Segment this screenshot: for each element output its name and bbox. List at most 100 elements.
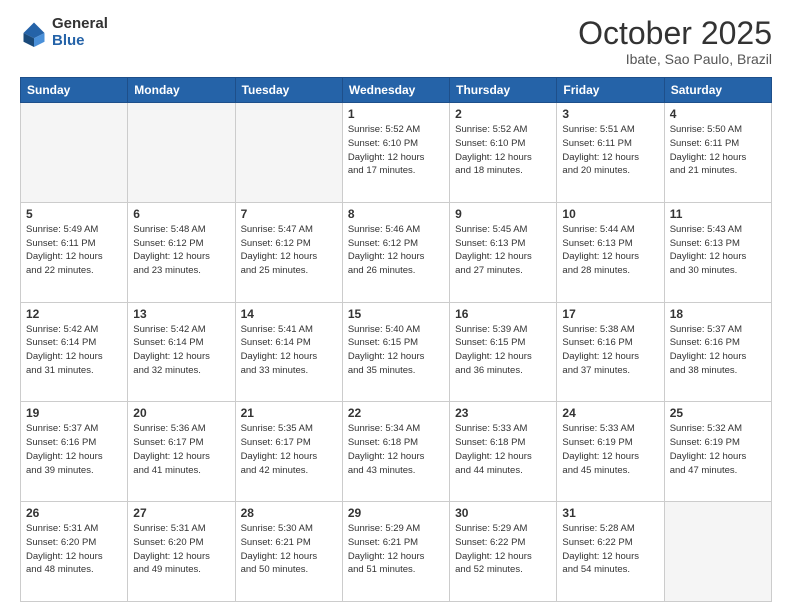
- calendar-cell: 3 Sunrise: 5:51 AM Sunset: 6:11 PM Daylig…: [557, 103, 664, 203]
- day-number: 29: [348, 506, 444, 520]
- day-number: 6: [133, 207, 229, 221]
- calendar-cell: 30Sunrise: 5:29 AM Sunset: 6:22 PM Dayli…: [450, 502, 557, 602]
- day-info: Sunrise: 5:35 AM Sunset: 6:17 PM Dayligh…: [241, 422, 337, 477]
- day-info: Sunrise: 5:37 AM Sunset: 6:16 PM Dayligh…: [26, 422, 122, 477]
- day-number: 23: [455, 406, 551, 420]
- title-section: October 2025 Ibate, Sao Paulo, Brazil: [578, 16, 772, 67]
- day-number: 5: [26, 207, 122, 221]
- day-number: 25: [670, 406, 766, 420]
- calendar-week-row: 26 Sunrise: 5:31 AM Sunset: 6:20 PM Dayli…: [21, 502, 772, 602]
- day-number: 17: [562, 307, 658, 321]
- day-info: Sunrise: 5:42 AM Sunset: 6:14 PM Dayligh…: [133, 323, 229, 378]
- day-number: 7: [241, 207, 337, 221]
- day-info: Sunrise: 5:29 AM Sunset: 6:21 PM Dayligh…: [348, 522, 444, 577]
- calendar-week-row: 5 Sunrise: 5:49 AM Sunset: 6:11 PM Daylig…: [21, 202, 772, 302]
- logo: General Blue: [20, 16, 108, 49]
- day-number: 2: [455, 107, 551, 121]
- weekday-header: Tuesday: [235, 78, 342, 103]
- day-info: Sunrise: 5:33 AM Sunset: 6:18 PM Dayligh…: [455, 422, 551, 477]
- day-number: 14: [241, 307, 337, 321]
- day-number: 21: [241, 406, 337, 420]
- calendar-cell: 17 Sunrise: 5:38 AM Sunset: 6:16 PM Dayli…: [557, 302, 664, 402]
- calendar-cell: 31Sunrise: 5:28 AM Sunset: 6:22 PM Dayli…: [557, 502, 664, 602]
- day-info: Sunrise: 5:30 AM Sunset: 6:21 PM Dayligh…: [241, 522, 337, 577]
- day-info: Sunrise: 5:51 AM Sunset: 6:11 PM Dayligh…: [562, 123, 658, 178]
- calendar-cell: 15 Sunrise: 5:40 AM Sunset: 6:15 PM Dayli…: [342, 302, 449, 402]
- day-number: 13: [133, 307, 229, 321]
- calendar-cell: 22 Sunrise: 5:34 AM Sunset: 6:18 PM Dayli…: [342, 402, 449, 502]
- day-info: Sunrise: 5:39 AM Sunset: 6:15 PM Dayligh…: [455, 323, 551, 378]
- calendar-cell: 1Sunrise: 5:52 AM Sunset: 6:10 PM Daylig…: [342, 103, 449, 203]
- calendar-cell: 19 Sunrise: 5:37 AM Sunset: 6:16 PM Dayli…: [21, 402, 128, 502]
- day-info: Sunrise: 5:48 AM Sunset: 6:12 PM Dayligh…: [133, 223, 229, 278]
- calendar-cell: 13 Sunrise: 5:42 AM Sunset: 6:14 PM Dayli…: [128, 302, 235, 402]
- calendar-cell: [235, 103, 342, 203]
- weekday-header: Friday: [557, 78, 664, 103]
- day-number: 19: [26, 406, 122, 420]
- day-info: Sunrise: 5:50 AM Sunset: 6:11 PM Dayligh…: [670, 123, 766, 178]
- day-info: Sunrise: 5:38 AM Sunset: 6:16 PM Dayligh…: [562, 323, 658, 378]
- day-number: 15: [348, 307, 444, 321]
- weekday-header-row: SundayMondayTuesdayWednesdayThursdayFrid…: [21, 78, 772, 103]
- day-number: 9: [455, 207, 551, 221]
- calendar-cell: 10 Sunrise: 5:44 AM Sunset: 6:13 PM Dayli…: [557, 202, 664, 302]
- day-number: 1: [348, 107, 444, 121]
- calendar-cell: 11 Sunrise: 5:43 AM Sunset: 6:13 PM Dayli…: [664, 202, 771, 302]
- day-number: 3: [562, 107, 658, 121]
- day-info: Sunrise: 5:31 AM Sunset: 6:20 PM Dayligh…: [26, 522, 122, 577]
- day-info: Sunrise: 5:49 AM Sunset: 6:11 PM Dayligh…: [26, 223, 122, 278]
- day-number: 4: [670, 107, 766, 121]
- calendar-cell: 7 Sunrise: 5:47 AM Sunset: 6:12 PM Daylig…: [235, 202, 342, 302]
- day-info: Sunrise: 5:34 AM Sunset: 6:18 PM Dayligh…: [348, 422, 444, 477]
- day-info: Sunrise: 5:31 AM Sunset: 6:20 PM Dayligh…: [133, 522, 229, 577]
- day-number: 28: [241, 506, 337, 520]
- day-info: Sunrise: 5:47 AM Sunset: 6:12 PM Dayligh…: [241, 223, 337, 278]
- calendar-week-row: 12 Sunrise: 5:42 AM Sunset: 6:14 PM Dayli…: [21, 302, 772, 402]
- day-info: Sunrise: 5:43 AM Sunset: 6:13 PM Dayligh…: [670, 223, 766, 278]
- calendar-week-row: 19 Sunrise: 5:37 AM Sunset: 6:16 PM Dayli…: [21, 402, 772, 502]
- weekday-header: Saturday: [664, 78, 771, 103]
- calendar-cell: 14 Sunrise: 5:41 AM Sunset: 6:14 PM Dayli…: [235, 302, 342, 402]
- weekday-header: Sunday: [21, 78, 128, 103]
- logo-icon: [20, 19, 48, 47]
- day-number: 26: [26, 506, 122, 520]
- day-number: 22: [348, 406, 444, 420]
- day-info: Sunrise: 5:45 AM Sunset: 6:13 PM Dayligh…: [455, 223, 551, 278]
- calendar-week-row: 1 Sunrise: 5:52 AM Sunset: 6:10 PM Daylig…: [21, 103, 772, 203]
- calendar-cell: 25 Sunrise: 5:32 AM Sunset: 6:19 PM Dayli…: [664, 402, 771, 502]
- weekday-header: Wednesday: [342, 78, 449, 103]
- calendar-cell: 16 Sunrise: 5:39 AM Sunset: 6:15 PM Dayli…: [450, 302, 557, 402]
- day-info: Sunrise: 5:44 AM Sunset: 6:13 PM Dayligh…: [562, 223, 658, 278]
- day-number: 8: [348, 207, 444, 221]
- month-title: October 2025: [578, 16, 772, 51]
- calendar-cell: 9 Sunrise: 5:45 AM Sunset: 6:13 PM Daylig…: [450, 202, 557, 302]
- page: General Blue October 2025 Ibate, Sao Pau…: [0, 0, 792, 612]
- calendar-cell: 29 Sunrise: 5:29 AM Sunset: 6:21 PM Dayli…: [342, 502, 449, 602]
- day-number: 27: [133, 506, 229, 520]
- calendar-cell: 24Sunrise: 5:33 AM Sunset: 6:19 PM Dayli…: [557, 402, 664, 502]
- calendar-cell: 28 Sunrise: 5:30 AM Sunset: 6:21 PM Dayli…: [235, 502, 342, 602]
- day-info: Sunrise: 5:29 AM Sunset: 6:22 PM Dayligh…: [455, 522, 551, 577]
- day-number: 31: [562, 506, 658, 520]
- day-number: 16: [455, 307, 551, 321]
- calendar-cell: 5 Sunrise: 5:49 AM Sunset: 6:11 PM Daylig…: [21, 202, 128, 302]
- calendar-cell: [664, 502, 771, 602]
- calendar-cell: 23 Sunrise: 5:33 AM Sunset: 6:18 PM Dayli…: [450, 402, 557, 502]
- calendar-cell: 4 Sunrise: 5:50 AM Sunset: 6:11 PM Daylig…: [664, 103, 771, 203]
- day-info: Sunrise: 5:40 AM Sunset: 6:15 PM Dayligh…: [348, 323, 444, 378]
- calendar-cell: 6 Sunrise: 5:48 AM Sunset: 6:12 PM Daylig…: [128, 202, 235, 302]
- day-number: 11: [670, 207, 766, 221]
- logo-general-text: General: [52, 16, 108, 33]
- calendar-cell: 2 Sunrise: 5:52 AM Sunset: 6:10 PM Daylig…: [450, 103, 557, 203]
- day-info: Sunrise: 5:46 AM Sunset: 6:12 PM Dayligh…: [348, 223, 444, 278]
- day-number: 10: [562, 207, 658, 221]
- calendar-cell: 26 Sunrise: 5:31 AM Sunset: 6:20 PM Dayli…: [21, 502, 128, 602]
- calendar-cell: [128, 103, 235, 203]
- day-info: Sunrise: 5:33 AM Sunset: 6:19 PM Dayligh…: [562, 422, 658, 477]
- logo-blue-text: Blue: [52, 33, 108, 50]
- day-info: Sunrise: 5:32 AM Sunset: 6:19 PM Dayligh…: [670, 422, 766, 477]
- day-info: Sunrise: 5:41 AM Sunset: 6:14 PM Dayligh…: [241, 323, 337, 378]
- day-info: Sunrise: 5:37 AM Sunset: 6:16 PM Dayligh…: [670, 323, 766, 378]
- day-number: 12: [26, 307, 122, 321]
- day-info: Sunrise: 5:52 AM Sunset: 6:10 PM Dayligh…: [455, 123, 551, 178]
